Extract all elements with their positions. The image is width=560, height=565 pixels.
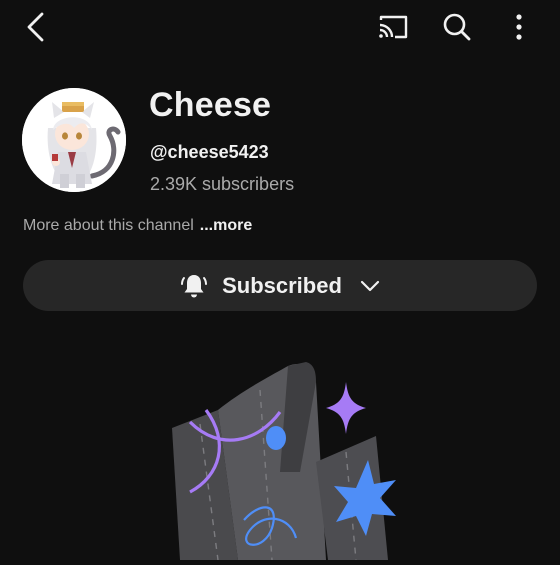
subscriber-count: 2.39K subscribers — [150, 174, 295, 194]
anime-character-avatar — [22, 88, 126, 192]
back-button[interactable] — [18, 8, 52, 46]
bell-ringing-icon — [181, 274, 208, 297]
cast-button[interactable] — [372, 8, 414, 46]
top-app-bar — [0, 0, 560, 56]
more-options-button[interactable] — [504, 8, 534, 46]
cast-icon — [379, 15, 408, 39]
abstract-channel-art-icon — [172, 362, 396, 561]
about-more-link[interactable]: ...more — [200, 217, 252, 234]
search-button[interactable] — [436, 6, 478, 48]
back-arrow-icon — [27, 12, 44, 42]
channel-about-row[interactable]: More about this channel ...more — [23, 217, 252, 235]
search-icon — [443, 13, 471, 41]
subscribed-button[interactable]: Subscribed — [23, 260, 537, 311]
channel-avatar[interactable] — [22, 88, 126, 192]
channel-name: Cheese — [149, 86, 272, 124]
about-text: More about this channel — [23, 217, 194, 234]
empty-channel-illustration — [160, 352, 400, 561]
channel-handle: @cheese5423 — [150, 142, 269, 162]
subscribed-label: Subscribed — [222, 272, 342, 298]
chevron-down-icon — [360, 280, 380, 291]
more-vertical-icon — [516, 14, 522, 40]
